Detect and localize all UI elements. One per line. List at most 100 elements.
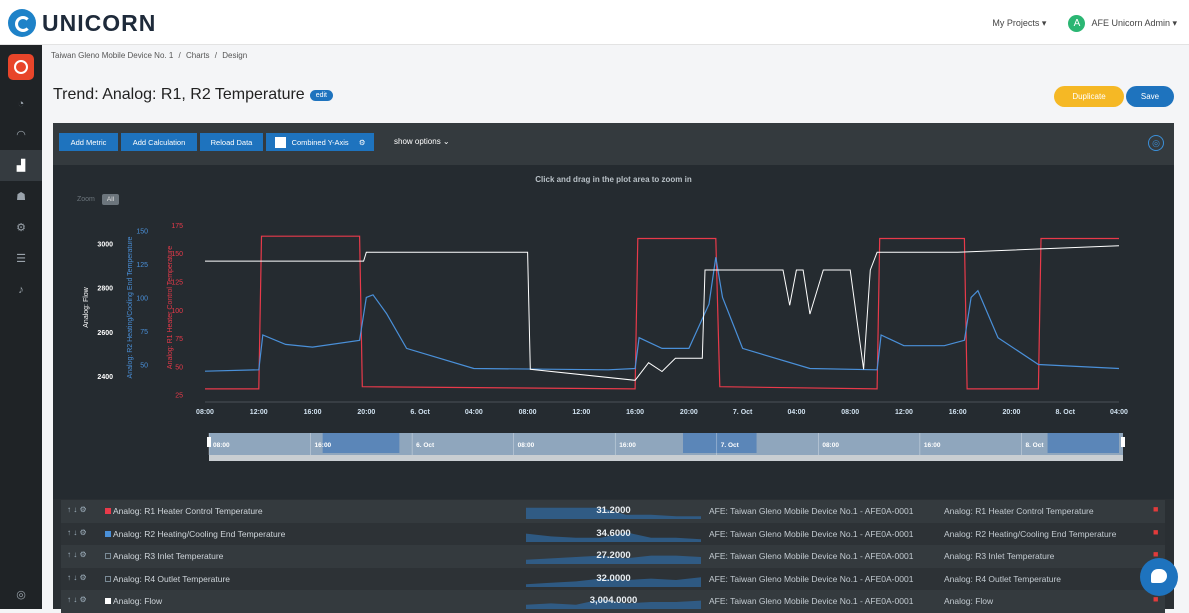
series-color-swatch[interactable] — [105, 553, 111, 559]
my-projects-menu[interactable]: My Projects ▾ — [992, 18, 1046, 29]
settings-icon[interactable]: ⚙ — [0, 212, 42, 243]
x-tick-label: 16:00 — [626, 409, 644, 416]
y-tick-label: 50 — [175, 364, 183, 371]
row-reorder-icon[interactable]: ↑ ↓ ⚙ — [67, 573, 87, 582]
combined-y-axis-label: Combined Y-Axis — [291, 137, 349, 147]
list-icon[interactable]: ☰ — [0, 243, 42, 274]
navigator-scrollbar — [209, 455, 1123, 461]
metric-row[interactable]: ↑ ↓ ⚙ Analog: R4 Outlet Temperature 32.000… — [61, 567, 1165, 590]
device-label[interactable]: AFE: Taiwan Gleno Mobile Device No.1 - A… — [709, 529, 913, 539]
x-tick-label: 6. Oct — [410, 409, 430, 416]
series-line — [204, 257, 1120, 372]
x-tick-label: 12:00 — [572, 409, 590, 416]
save-button[interactable]: Save — [1126, 86, 1174, 107]
metric-value: 32.0000 — [596, 572, 631, 584]
metric-source-label[interactable]: Analog: R1 Heater Control Temperature — [944, 506, 1094, 516]
y-tick-label: 2400 — [97, 374, 113, 381]
duplicate-button[interactable]: Duplicate — [1054, 86, 1124, 107]
brand-name: UNICORN — [42, 9, 157, 36]
app-logo[interactable]: UNICORN — [8, 9, 156, 37]
x-tick-label: 16:00 — [304, 409, 322, 416]
bell-icon[interactable]: ♪ — [0, 274, 42, 305]
top-bar: UNICORN My Projects ▾ A AFE Unicorn Admi… — [0, 0, 1189, 45]
row-reorder-icon[interactable]: ↑ ↓ ⚙ — [67, 550, 87, 559]
metric-row[interactable]: ↑ ↓ ⚙ Analog: R1 Heater Control Temperatu… — [61, 500, 1165, 523]
device-label[interactable]: AFE: Taiwan Gleno Mobile Device No.1 - A… — [709, 596, 913, 606]
y-tick-label: 3000 — [97, 241, 113, 248]
y-tick-label: 150 — [136, 228, 148, 235]
chart-area[interactable]: Click and drag in the plot area to zoom … — [53, 165, 1174, 499]
navigator-tick-label: 08:00 — [822, 442, 839, 449]
x-tick-label: 08:00 — [196, 409, 214, 416]
x-tick-label: 08:00 — [841, 409, 859, 416]
metric-name: Analog: R4 Outlet Temperature — [113, 573, 231, 584]
charts-icon[interactable]: ▟ — [0, 150, 42, 181]
dashboard-icon[interactable]: ◔ — [0, 88, 42, 119]
metric-source-label[interactable]: Analog: R4 Outlet Temperature — [944, 574, 1061, 584]
device-label[interactable]: AFE: Taiwan Gleno Mobile Device No.1 - A… — [709, 574, 913, 584]
metric-row[interactable]: ↑ ↓ ⚙ Analog: R3 Inlet Temperature 27.2000… — [61, 545, 1165, 568]
navigator-handle-left — [207, 437, 211, 447]
breadcrumb-design: Design — [222, 51, 248, 60]
user-menu[interactable]: AFE Unicorn Admin ▾ — [1091, 18, 1177, 29]
metric-list: ↑ ↓ ⚙ Analog: R1 Heater Control Temperatu… — [61, 500, 1165, 613]
metric-source-label[interactable]: Analog: Flow — [944, 596, 993, 606]
device-label[interactable]: AFE: Taiwan Gleno Mobile Device No.1 - A… — [709, 506, 913, 516]
metric-name: Analog: R2 Heating/Cooling End Temperatu… — [113, 528, 286, 539]
navigator-handle-right — [1121, 437, 1125, 447]
x-tick-label: 04:00 — [787, 409, 805, 416]
metric-source-label[interactable]: Analog: R3 Inlet Temperature — [944, 551, 1054, 561]
breadcrumb: Taiwan Gleno Mobile Device No. 1 / Chart… — [51, 51, 250, 60]
series-color-swatch[interactable] — [105, 530, 111, 537]
y-axis-label: Analog: R1 Heater Control Temperature — [167, 246, 174, 369]
navigator-tick-label: 8. Oct — [1025, 442, 1044, 449]
add-calculation-button[interactable]: Add Calculation — [121, 133, 197, 151]
navigator-band — [322, 433, 400, 453]
series-line — [205, 235, 1119, 390]
edit-title-button[interactable]: edit — [309, 89, 333, 101]
device-label[interactable]: AFE: Taiwan Gleno Mobile Device No.1 - A… — [709, 551, 913, 561]
x-tick-label: 12:00 — [250, 409, 268, 416]
navigator-tick-label: 6. Oct — [416, 442, 435, 449]
show-options-label: show options — [394, 137, 441, 146]
row-reorder-icon[interactable]: ↑ ↓ ⚙ — [67, 528, 87, 537]
users-icon[interactable]: ☗ — [0, 181, 42, 212]
trend-chart[interactable]: 2400 2600 2800 3000 Analog: Flow 50 75 100 125 15… — [53, 165, 1174, 499]
combined-y-axis-toggle[interactable]: Combined Y-Axis ⚙ — [266, 133, 374, 151]
metric-source-label[interactable]: Analog: R2 Heating/Cooling End Temperatu… — [944, 529, 1116, 539]
navigator-band — [1047, 433, 1119, 453]
brand-flame-icon[interactable] — [8, 54, 34, 80]
metric-name: Analog: R3 Inlet Temperature — [113, 551, 224, 561]
series-color-swatch[interactable] — [105, 598, 111, 604]
series-color-swatch[interactable] — [105, 575, 111, 582]
show-options-toggle[interactable]: show options ⌄ — [394, 137, 450, 146]
metric-row[interactable]: ↑ ↓ ⚙ Analog: Flow 3,004.0000 AFE: Taiwan G… — [61, 590, 1165, 613]
combined-y-axis-checkbox[interactable] — [274, 136, 286, 148]
x-tick-label: 20:00 — [680, 409, 698, 416]
unicorn-logo-icon — [8, 9, 36, 37]
navigator-tick-label: 16:00 — [924, 442, 941, 449]
x-tick-label: 08:00 — [519, 409, 537, 416]
chat-icon[interactable] — [1140, 558, 1178, 596]
row-reorder-icon[interactable]: ↑ ↓ ⚙ — [67, 505, 87, 514]
y-tick-label: 100 — [136, 295, 148, 302]
y-axis-label: Analog: Flow — [83, 286, 90, 327]
reload-data-button[interactable]: Reload Data — [200, 133, 263, 151]
breadcrumb-charts[interactable]: Charts — [186, 51, 210, 60]
y-tick-label: 2800 — [97, 286, 113, 293]
navigator-tick-label: 7. Oct — [721, 442, 740, 449]
delete-row-icon[interactable]: ■ — [1153, 504, 1158, 514]
series-color-swatch[interactable] — [105, 508, 111, 514]
row-reorder-icon[interactable]: ↑ ↓ ⚙ — [67, 595, 87, 604]
add-metric-button[interactable]: Add Metric — [59, 133, 118, 151]
power-icon[interactable]: ◎ — [0, 588, 42, 601]
x-tick-label: 7. Oct — [733, 409, 753, 416]
avatar[interactable]: A — [1068, 15, 1086, 32]
y-tick-label: 2600 — [97, 330, 113, 337]
metric-row[interactable]: ↑ ↓ ⚙ Analog: R2 Heating/Cooling End Temp… — [61, 522, 1165, 545]
combined-y-axis-gear-icon[interactable]: ⚙ — [359, 138, 366, 147]
gauge-icon[interactable]: ◠ — [0, 119, 42, 150]
breadcrumb-home[interactable]: Taiwan Gleno Mobile Device No. 1 — [51, 51, 173, 60]
chart-settings-icon[interactable]: ◎ — [1148, 135, 1164, 151]
delete-row-icon[interactable]: ■ — [1153, 527, 1158, 537]
